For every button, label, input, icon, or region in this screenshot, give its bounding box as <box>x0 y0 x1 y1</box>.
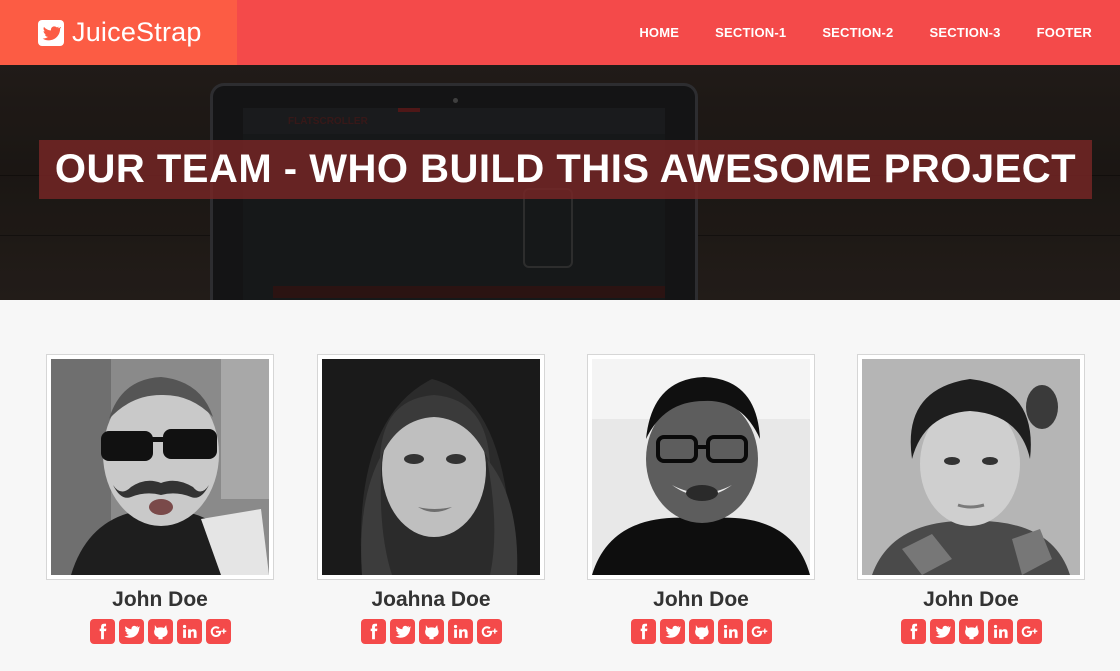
team-member-card: Joahna Doe <box>317 354 545 644</box>
photo-frame <box>587 354 815 580</box>
twitter-icon <box>38 19 64 46</box>
member-name: Joahna Doe <box>371 588 491 611</box>
github-icon[interactable] <box>418 619 444 644</box>
nav-menu: HOME SECTION-1 SECTION-2 SECTION-3 FOOTE… <box>603 0 1092 65</box>
social-links <box>317 619 545 644</box>
nav-footer[interactable]: FOOTER <box>1037 25 1092 40</box>
team-member-card: John Doe <box>857 354 1085 644</box>
social-links <box>46 619 274 644</box>
man-sunglasses-photo <box>51 359 269 575</box>
navbar: JuiceStrap HOME SECTION-1 SECTION-2 SECT… <box>0 0 1120 65</box>
hero-title: OUR TEAM - WHO BUILD THIS AWESOME PROJEC… <box>39 140 1092 199</box>
photo-frame <box>46 354 274 580</box>
team-member-card: John Doe <box>46 354 274 644</box>
brand-logo[interactable]: JuiceStrap <box>0 0 237 65</box>
twitter-icon[interactable] <box>118 619 144 644</box>
facebook-icon[interactable] <box>360 619 386 644</box>
member-name: John Doe <box>112 588 208 611</box>
hero-banner: FLATSCROLLER OUR TEAM - WHO BUILD THIS A… <box>0 65 1120 300</box>
google-plus-icon[interactable] <box>205 619 231 644</box>
woman-portrait-photo <box>322 359 540 575</box>
google-plus-icon[interactable] <box>746 619 772 644</box>
github-icon[interactable] <box>147 619 173 644</box>
man-glasses-photo <box>592 359 810 575</box>
linkedin-icon[interactable] <box>987 619 1013 644</box>
facebook-icon[interactable] <box>900 619 926 644</box>
member-name: John Doe <box>923 588 1019 611</box>
google-plus-icon[interactable] <box>1016 619 1042 644</box>
social-links <box>587 619 815 644</box>
google-plus-icon[interactable] <box>476 619 502 644</box>
member-name: John Doe <box>653 588 749 611</box>
linkedin-icon[interactable] <box>447 619 473 644</box>
young-man-photo <box>862 359 1080 575</box>
github-icon[interactable] <box>958 619 984 644</box>
linkedin-icon[interactable] <box>717 619 743 644</box>
nav-home[interactable]: HOME <box>639 25 679 40</box>
photo-frame <box>857 354 1085 580</box>
photo-frame <box>317 354 545 580</box>
team-member-card: John Doe <box>587 354 815 644</box>
twitter-icon[interactable] <box>929 619 955 644</box>
nav-section-1[interactable]: SECTION-1 <box>715 25 786 40</box>
facebook-icon[interactable] <box>89 619 115 644</box>
nav-section-3[interactable]: SECTION-3 <box>929 25 1000 40</box>
linkedin-icon[interactable] <box>176 619 202 644</box>
team-section: John Doe Joahna Doe John Doe John Doe <box>0 300 1120 671</box>
social-links <box>857 619 1085 644</box>
brand-name: JuiceStrap <box>72 17 202 47</box>
nav-section-2[interactable]: SECTION-2 <box>822 25 893 40</box>
facebook-icon[interactable] <box>630 619 656 644</box>
github-icon[interactable] <box>688 619 714 644</box>
twitter-icon[interactable] <box>659 619 685 644</box>
twitter-icon[interactable] <box>389 619 415 644</box>
